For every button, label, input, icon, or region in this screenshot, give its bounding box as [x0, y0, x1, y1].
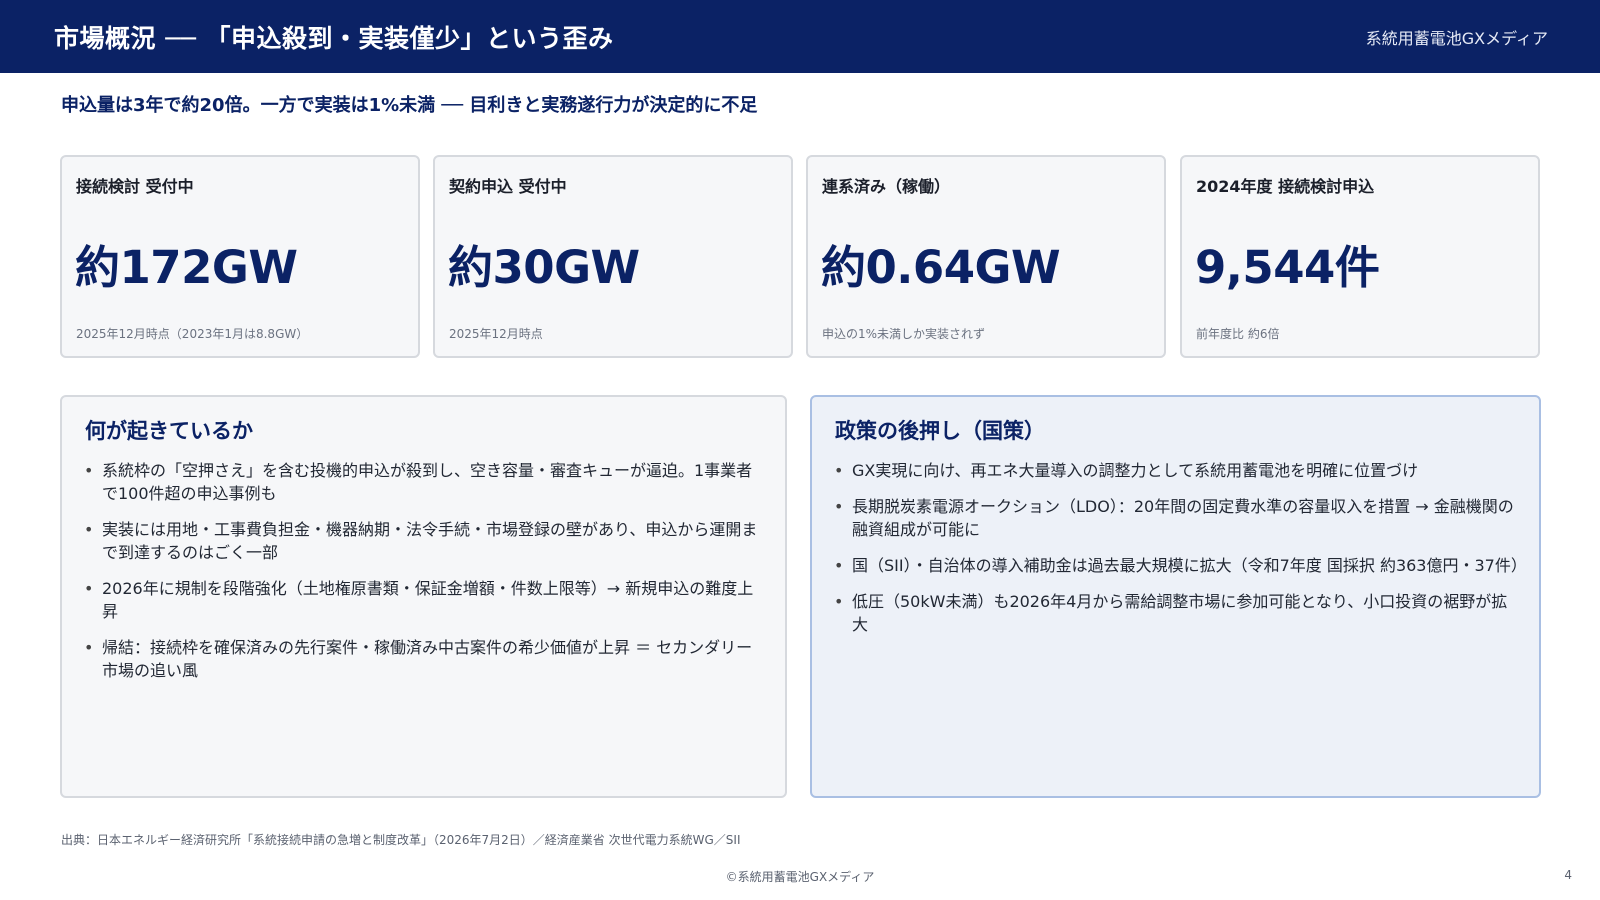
header-bar: 市場概況 ── 「申込殺到・実装僅少」という歪み 系統用蓄電池GXメディア — [0, 0, 1600, 73]
kpi-note: 2025年12月時点（2023年1月は8.8GW） — [76, 327, 309, 341]
kpi-card-contract-application: 契約申込 受付中 約30GW 2025年12月時点 — [433, 155, 793, 358]
kpi-card-fy2024-applications: 2024年度 接続検討申込 9,544件 前年度比 約6倍 — [1180, 155, 1540, 358]
kpi-note: 前年度比 約6倍 — [1196, 327, 1280, 341]
panel-title: 政策の後押し（国策） — [835, 419, 1045, 443]
slide-subtitle: 申込量は3年で約20倍。一方で実装は1%未満 ── 目利きと実務遂行力が決定的に… — [61, 95, 758, 116]
footer-copyright: ©系統用蓄電池GXメディア — [725, 870, 875, 884]
kpi-label: 契約申込 受付中 — [449, 177, 567, 196]
brand-name: 系統用蓄電池GXメディア — [1365, 28, 1548, 48]
kpi-label: 2024年度 接続検討申込 — [1196, 177, 1375, 196]
panel-title: 何が起きているか — [85, 419, 253, 443]
kpi-value: 約0.64GW — [821, 241, 1061, 294]
bullet-list: 系統枠の「空押さえ」を含む投機的申込が殺到し、空き容量・審査キューが逼迫。1事業… — [84, 459, 767, 695]
list-item: 実装には用地・工事費負担金・機器納期・法令手続・市場登録の壁があり、申込から運開… — [84, 518, 767, 564]
policy-support-panel: 政策の後押し（国策） GX実現に向け、再エネ大量導入の調整力として系統用蓄電池を… — [810, 395, 1541, 798]
page-number: 4 — [1564, 868, 1572, 882]
kpi-row: 接続検討 受付中 約172GW 2025年12月時点（2023年1月は8.8GW… — [60, 155, 1541, 360]
kpi-value: 9,544件 — [1195, 241, 1380, 294]
list-item: 低圧（50kW未満）も2026年4月から需給調整市場に参加可能となり、小口投資の… — [834, 590, 1521, 636]
source-citation: 出典：日本エネルギー経済研究所「系統接続申請の急増と制度改革」（2026年7月2… — [61, 833, 741, 847]
list-item: 長期脱炭素電源オークション（LDO）：20年間の固定費水準の容量収入を措置 → … — [834, 495, 1521, 541]
list-item: 系統枠の「空押さえ」を含む投機的申込が殺到し、空き容量・審査キューが逼迫。1事業… — [84, 459, 767, 505]
list-item: 帰結：接続枠を確保済みの先行案件・稼働済み中古案件の希少価値が上昇 ＝ セカンダ… — [84, 636, 767, 682]
list-item: 2026年に規制を段階強化（土地権原書類・保証金増額・件数上限等）→ 新規申込の… — [84, 577, 767, 623]
kpi-card-connection-review: 接続検討 受付中 約172GW 2025年12月時点（2023年1月は8.8GW… — [60, 155, 420, 358]
what-is-happening-panel: 何が起きているか 系統枠の「空押さえ」を含む投機的申込が殺到し、空き容量・審査キ… — [60, 395, 787, 798]
bullet-list: GX実現に向け、再エネ大量導入の調整力として系統用蓄電池を明確に位置づけ 長期脱… — [834, 459, 1527, 649]
kpi-label: 接続検討 受付中 — [76, 177, 194, 196]
list-item: 国（SII）・自治体の導入補助金は過去最大規模に拡大（令和7年度 国採択 約36… — [834, 554, 1527, 577]
kpi-value: 約172GW — [75, 241, 298, 294]
kpi-card-grid-connected: 連系済み（稼働） 約0.64GW 申込の1%未満しか実装されず — [806, 155, 1166, 358]
kpi-note: 2025年12月時点 — [449, 327, 543, 341]
kpi-value: 約30GW — [448, 241, 640, 294]
kpi-label: 連系済み（稼働） — [822, 177, 951, 196]
kpi-note: 申込の1%未満しか実装されず — [822, 327, 986, 341]
slide-title: 市場概況 ── 「申込殺到・実装僅少」という歪み — [54, 23, 614, 53]
list-item: GX実現に向け、再エネ大量導入の調整力として系統用蓄電池を明確に位置づけ — [834, 459, 1521, 482]
